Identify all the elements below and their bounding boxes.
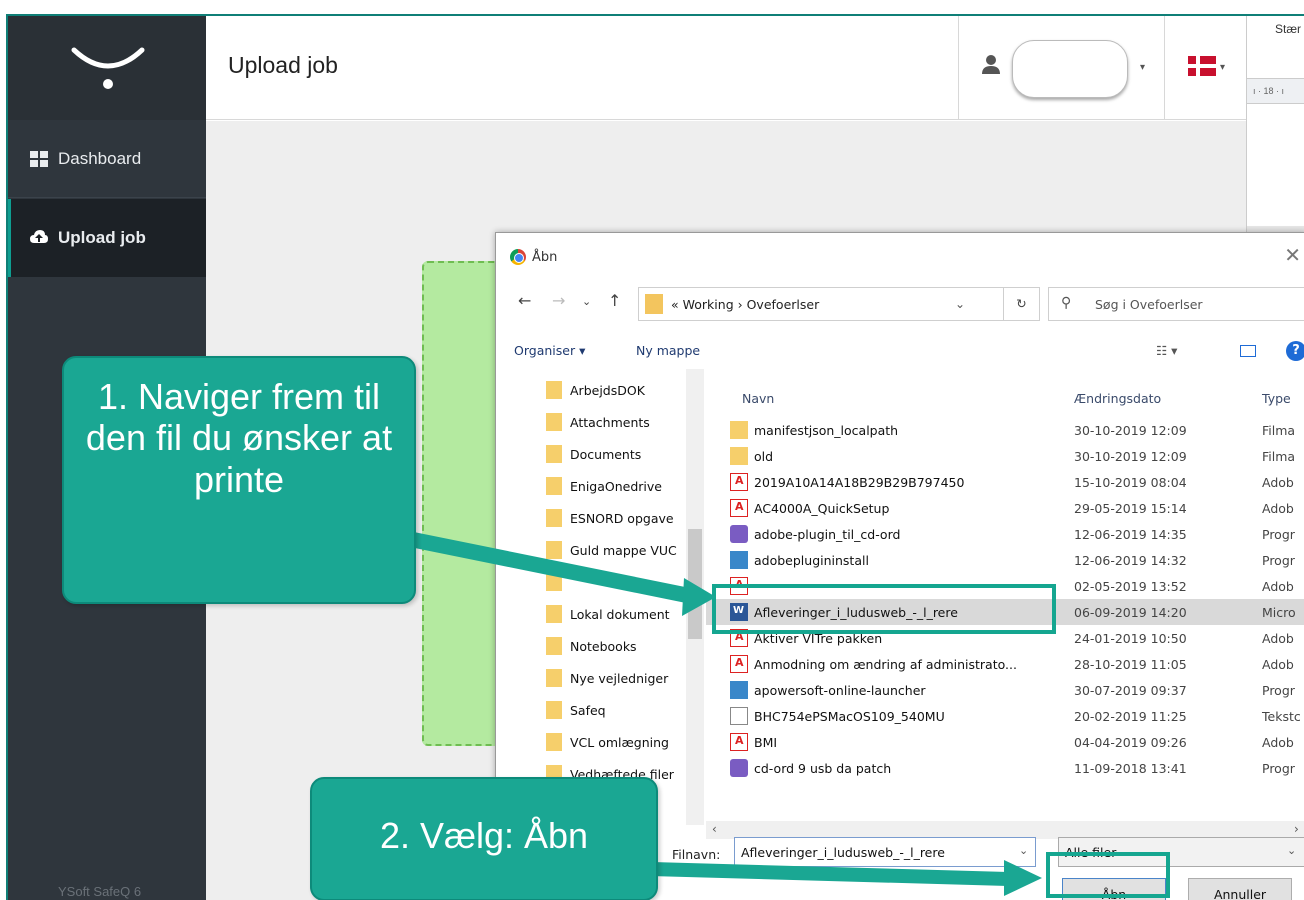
arrow-head-icon <box>1004 860 1042 896</box>
callout-step-2: 2. Vælg: Åbn <box>310 777 658 900</box>
arrow-head-icon <box>682 578 716 616</box>
arrow-to-open-button <box>650 862 1008 886</box>
arrow-to-file <box>400 530 690 603</box>
callout-step-1: 1. Naviger frem til den fil du ønsker at… <box>62 356 416 604</box>
